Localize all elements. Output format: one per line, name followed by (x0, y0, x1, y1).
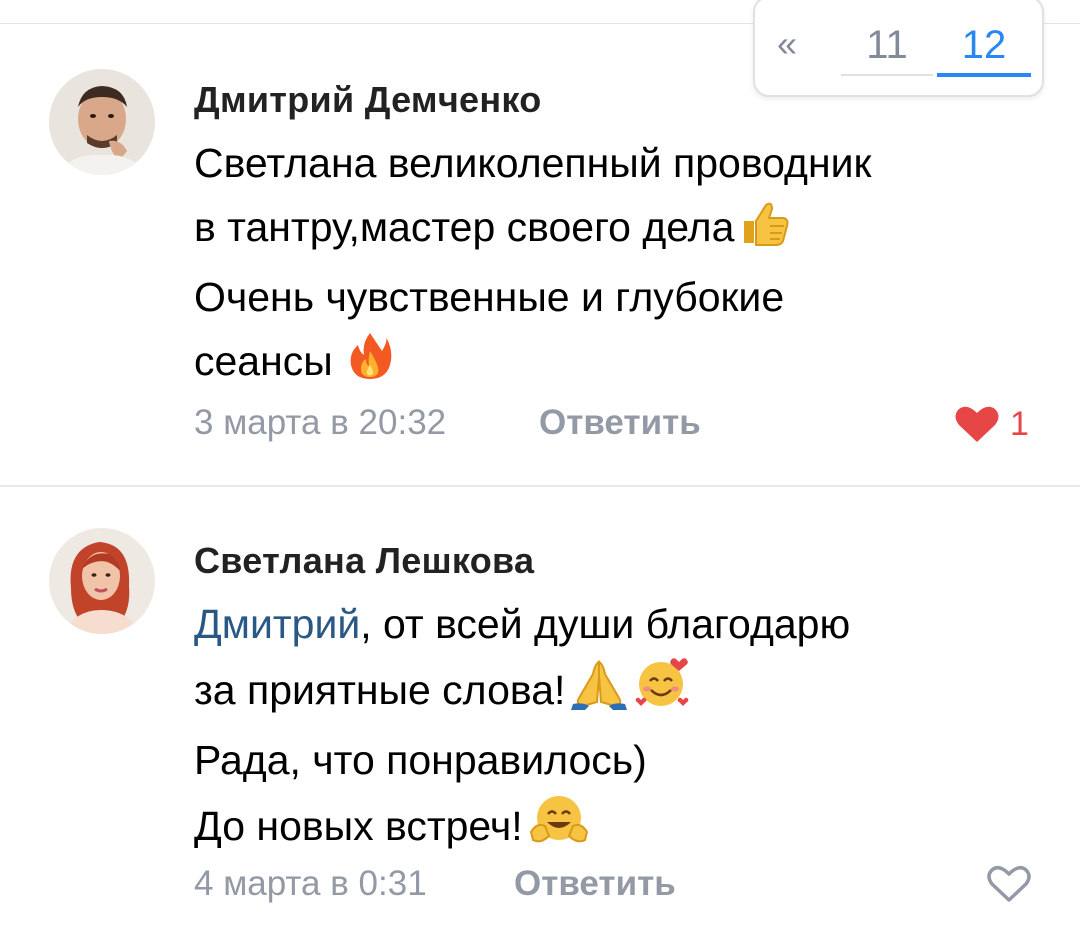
comment-line: Рада, что понравилось) (194, 728, 850, 792)
reply-button[interactable]: Ответить (514, 864, 676, 904)
comment-line: в тантру,мастер своего дела (194, 195, 871, 265)
comment-line: До новых встреч! (194, 792, 850, 864)
comment-author[interactable]: Светлана Лешкова (194, 540, 534, 582)
avatar[interactable] (49, 69, 155, 175)
mention-link[interactable]: Дмитрий (194, 601, 360, 647)
avatar[interactable] (49, 528, 155, 634)
comment-text-segment: , от всей души благодарю (360, 601, 851, 647)
heart-outline-icon (987, 866, 1031, 902)
hugging-face-icon (527, 792, 591, 864)
smiling-face-with-hearts-icon (633, 656, 691, 728)
comment-text-segment: Светлана великолепный проводник (194, 140, 872, 186)
like-button[interactable]: 1 (954, 404, 1029, 444)
reply-button[interactable]: Ответить (539, 403, 701, 443)
comment-text-segment: сеансы (194, 338, 333, 384)
comment-line: за приятные слова! (194, 656, 850, 728)
fire-icon (348, 331, 392, 399)
page-link-11[interactable]: 11 (841, 22, 933, 68)
page-underline (841, 74, 933, 76)
heart-filled-icon (955, 406, 999, 442)
comment-text-segment: за приятные слова! (194, 667, 566, 713)
prev-page-link[interactable]: « (777, 24, 797, 64)
like-count: 1 (1010, 404, 1029, 443)
folded-hands-icon (569, 658, 629, 728)
comment-text: Светлана великолепный проводник в тантру… (194, 131, 871, 399)
comment-line: Дмитрий, от всей души благодарю (194, 592, 850, 656)
thumbs-up-icon (738, 199, 792, 265)
current-page-indicator (937, 73, 1031, 77)
comment-text-segment: в тантру,мастер своего дела (194, 204, 735, 250)
comment-divider (0, 485, 1080, 487)
comment-text-segment: До новых встреч! (194, 803, 523, 849)
page-link-12-current[interactable]: 12 (937, 22, 1031, 68)
comment-author[interactable]: Дмитрий Демченко (194, 79, 542, 121)
comment-line: сеансы (194, 329, 871, 399)
comment-line: Очень чувственные и глубокие (194, 265, 871, 329)
comment-text-segment: Рада, что понравилось) (194, 737, 647, 783)
pagination: « 11 12 (753, 0, 1044, 97)
comment-text: Дмитрий, от всей души благодарю за прият… (194, 592, 850, 864)
like-button[interactable] (986, 864, 1032, 904)
comment-date: 3 марта в 20:32 (194, 403, 447, 442)
comment-date: 4 марта в 0:31 (194, 864, 427, 903)
comment-text-segment: Очень чувственные и глубокие (194, 274, 785, 320)
comment-line: Светлана великолепный проводник (194, 131, 871, 195)
